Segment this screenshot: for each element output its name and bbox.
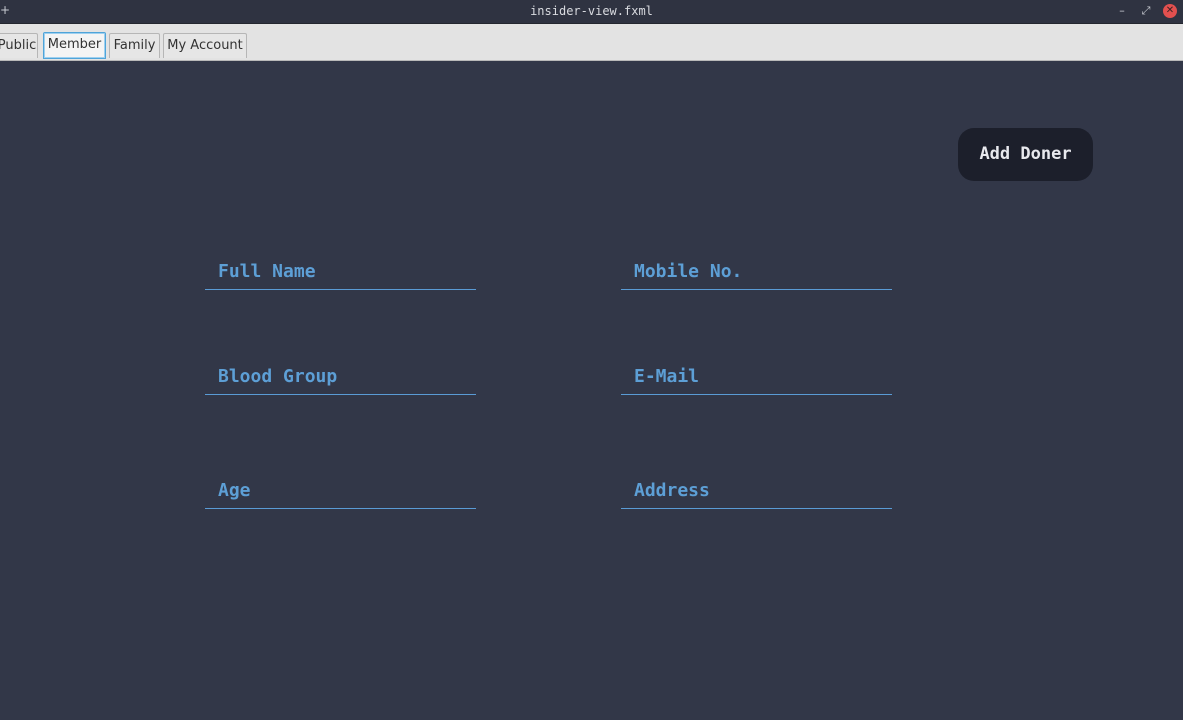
mobile-field: [621, 253, 892, 290]
full-name-field: [205, 253, 476, 290]
address-input[interactable]: [621, 472, 892, 508]
blood-group-input[interactable]: [205, 358, 476, 394]
address-field: [621, 472, 892, 509]
tab-family[interactable]: Family: [109, 33, 160, 58]
minimize-icon[interactable]: –: [1115, 4, 1129, 18]
tab-public[interactable]: Public: [0, 33, 38, 58]
age-input[interactable]: [205, 472, 476, 508]
close-icon[interactable]: ✕: [1163, 4, 1177, 18]
email-field: [621, 358, 892, 395]
tab-my-account[interactable]: My Account: [163, 33, 247, 58]
maximize-icon[interactable]: ⤢: [1139, 4, 1153, 18]
member-panel: Add Doner: [0, 61, 1183, 720]
window-titlebar: + insider-view.fxml – ⤢ ✕: [0, 0, 1183, 24]
add-doner-button[interactable]: Add Doner: [958, 128, 1093, 181]
mobile-input[interactable]: [621, 253, 892, 289]
tab-bar: Public Member Family My Account: [0, 29, 1183, 61]
email-input[interactable]: [621, 358, 892, 394]
age-field: [205, 472, 476, 509]
window-title: insider-view.fxml: [530, 4, 653, 18]
tab-member[interactable]: Member: [43, 32, 106, 59]
window-controls: – ⤢ ✕: [1115, 4, 1177, 18]
full-name-input[interactable]: [205, 253, 476, 289]
blood-group-field: [205, 358, 476, 395]
